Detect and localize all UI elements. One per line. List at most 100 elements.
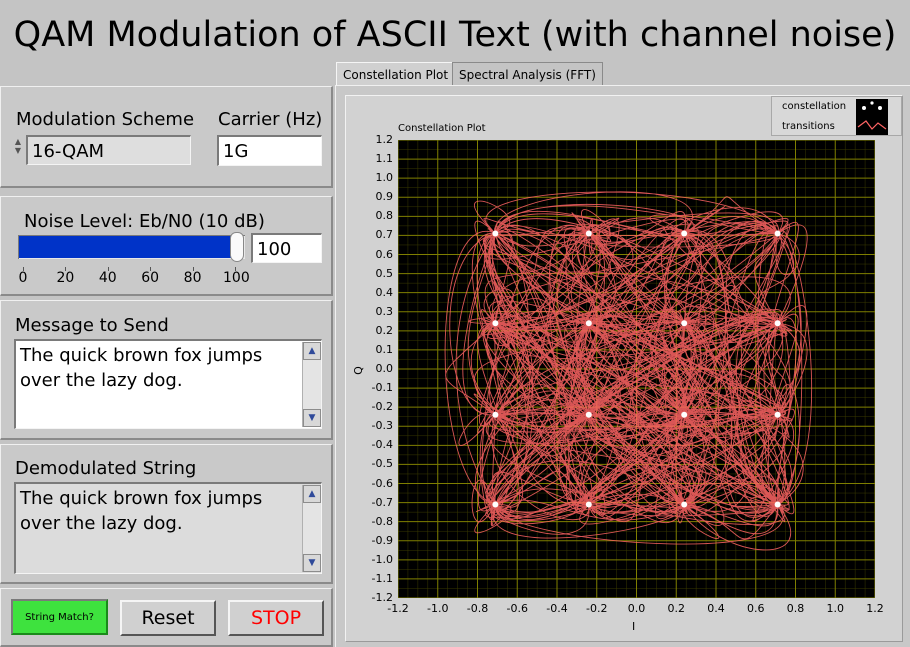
legend-swatch-icon <box>856 99 888 135</box>
slider-tick-label: 80 <box>183 270 202 286</box>
demod-scrollbar[interactable]: ▲ ▼ <box>302 485 321 572</box>
string-match-indicator: String Match? <box>11 599 108 635</box>
message-textbox[interactable]: The quick brown fox jumps over the lazy … <box>14 339 322 429</box>
legend-transitions-label: transitions <box>782 121 835 132</box>
constellation-point <box>492 411 499 418</box>
y-tick-label: -0.3 <box>371 419 393 433</box>
constellation-point <box>492 501 499 508</box>
x-tick-label: 1.0 <box>826 602 845 615</box>
string-match-label: String Match? <box>25 611 94 623</box>
constellation-point <box>492 230 499 237</box>
stepper-up-icon[interactable]: ▲ <box>12 137 24 146</box>
stepper-down-icon[interactable]: ▼ <box>12 146 24 155</box>
x-tick-label: -0.4 <box>546 602 568 615</box>
x-tick-label: 0.8 <box>786 602 805 615</box>
scroll-down-icon[interactable]: ▼ <box>303 409 321 427</box>
legend-constellation-label: constellation <box>782 101 847 112</box>
constellation-point <box>774 320 781 327</box>
noise-slider-track[interactable] <box>18 232 245 262</box>
carrier-field[interactable]: 1G <box>217 135 322 166</box>
noise-level-field[interactable]: 100 <box>251 233 322 263</box>
message-panel: Message to Send The quick brown fox jump… <box>0 300 333 440</box>
x-tick-label: 1.2 <box>866 602 884 615</box>
demodulated-label: Demodulated String <box>15 458 197 479</box>
y-tick-label: -0.8 <box>371 514 393 528</box>
x-tick-label: -1.0 <box>427 602 449 615</box>
noise-slider-handle[interactable] <box>230 232 244 262</box>
y-tick-label: -1.1 <box>371 571 393 585</box>
tab-constellation-plot[interactable]: Constellation Plot <box>336 62 456 86</box>
modulation-stepper[interactable]: ▲ ▼ <box>12 137 24 157</box>
x-tick-label: -0.2 <box>586 602 608 615</box>
demodulated-textbox[interactable]: The quick brown fox jumps over the lazy … <box>14 482 322 574</box>
constellation-point <box>681 411 688 418</box>
x-axis-label: I <box>632 620 636 633</box>
plot-title: Constellation Plot <box>398 123 486 134</box>
scroll-up-icon[interactable]: ▲ <box>303 485 321 503</box>
constellation-point <box>681 501 688 508</box>
legend-constellation-marker <box>862 106 866 110</box>
message-label: Message to Send <box>15 315 169 336</box>
y-tick-label: -0.6 <box>371 476 393 490</box>
y-tick-label: 0.9 <box>375 190 394 204</box>
reset-button[interactable]: Reset <box>120 600 216 636</box>
x-tick-label: 0.2 <box>667 602 686 615</box>
y-tick-label: -0.9 <box>371 533 393 547</box>
constellation-point <box>774 411 781 418</box>
slider-tick-label: 20 <box>56 270 75 286</box>
message-scrollbar[interactable]: ▲ ▼ <box>302 342 321 427</box>
stop-button[interactable]: STOP <box>228 600 324 636</box>
y-tick-label: 0.5 <box>375 266 394 280</box>
x-tick-label: 0.6 <box>747 602 765 615</box>
y-tick-label: -0.5 <box>371 457 393 471</box>
noise-panel: Noise Level: Eb/N0 (10 dB) 100 0 20 40 60 80… <box>0 196 333 296</box>
modulation-scheme-field[interactable]: 16-QAM <box>26 135 191 165</box>
legend-constellation-marker <box>870 101 874 105</box>
noise-level-label: Noise Level: Eb/N0 (10 dB) <box>24 211 265 232</box>
noise-slider-scale: 0 20 40 60 80 100 <box>13 267 253 289</box>
y-tick-label: 0.3 <box>375 304 394 318</box>
y-tick-label: 0.1 <box>375 342 394 356</box>
constellation-plot-svg[interactable] <box>398 140 875 598</box>
scroll-down-icon[interactable]: ▼ <box>303 554 321 572</box>
constellation-point <box>585 320 592 327</box>
demod-panel: Demodulated String The quick brown fox j… <box>0 444 333 584</box>
y-axis-label: Q <box>351 366 365 375</box>
x-tick-label: -0.8 <box>466 602 489 615</box>
constellation-point <box>585 501 592 508</box>
y-tick-label: 0.8 <box>375 209 394 223</box>
scroll-up-icon[interactable]: ▲ <box>303 342 321 360</box>
y-tick-label: -0.1 <box>371 381 393 395</box>
y-tick-label: -1.0 <box>371 552 393 566</box>
x-axis-ticks: -1.2 -1.0 -0.8 -0.6 -0.4 -0.2 0.0 0.2 0.4 0.6 0.8 1… <box>380 602 900 618</box>
slider-tick-label: 0 <box>18 270 28 286</box>
y-tick-label: -0.7 <box>371 495 393 509</box>
slider-tick-label: 40 <box>98 270 117 286</box>
y-tick-label: 0.7 <box>375 228 394 242</box>
constellation-point <box>681 320 688 327</box>
y-tick-label: 0.4 <box>375 285 394 299</box>
button-panel: String Match? Reset STOP <box>0 588 333 647</box>
constellation-point <box>774 501 781 508</box>
constellation-point <box>492 320 499 327</box>
tab-spectral-analysis[interactable]: Spectral Analysis (FFT) <box>452 62 603 86</box>
y-tick-label: -0.4 <box>371 438 393 452</box>
constellation-point <box>585 230 592 237</box>
noise-slider-fill <box>19 236 236 258</box>
modulation-panel: Modulation Scheme ▲ ▼ 16-QAM Carrier (Hz… <box>0 86 333 188</box>
slider-tick-label: 60 <box>141 270 160 286</box>
slider-tick-label: 100 <box>223 270 250 286</box>
constellation-point <box>774 230 781 237</box>
legend-constellation-marker <box>878 106 882 110</box>
y-tick-label: 1.0 <box>375 171 394 185</box>
y-tick-label: 0.2 <box>375 323 394 337</box>
constellation-point <box>681 230 688 237</box>
constellation-point <box>585 411 592 418</box>
x-tick-label: -0.6 <box>506 602 528 615</box>
modulation-scheme-label: Modulation Scheme <box>16 109 195 130</box>
y-tick-label: 0.6 <box>375 247 394 261</box>
x-tick-label: 0.0 <box>627 602 646 615</box>
plot-legend: constellation transitions <box>771 96 902 136</box>
carrier-label: Carrier (Hz) <box>218 109 323 130</box>
y-tick-label: 1.1 <box>375 152 394 166</box>
